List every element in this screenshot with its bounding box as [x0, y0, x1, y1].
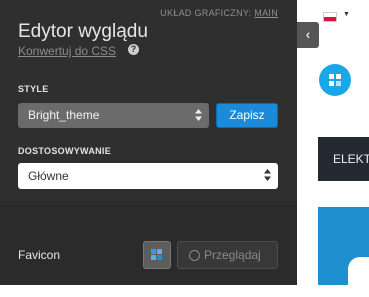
select-arrows-icon	[264, 169, 271, 181]
layout-indicator: UKŁAD GRAFICZNY: MAIN	[160, 8, 278, 18]
customize-select[interactable]: Główne	[18, 163, 278, 189]
favicon-label: Favicon	[18, 248, 61, 262]
favicon-preview	[143, 241, 171, 269]
customize-select-value: Główne	[28, 169, 69, 183]
select-arrows-icon	[195, 109, 202, 121]
customize-section-label: DOSTOSOWYWANIE	[18, 146, 112, 156]
browse-button-label: Przeglądaj	[204, 248, 261, 262]
page-title: Edytor wyglądu	[18, 21, 148, 42]
style-section-label: STYLE	[18, 84, 49, 94]
logo-icon	[329, 74, 341, 86]
favicon-icon	[151, 249, 162, 260]
flag-poland-icon[interactable]	[323, 12, 337, 22]
appearance-editor-panel: UKŁAD GRAFICZNY: MAIN Edytor wyglądu Kon…	[0, 0, 297, 285]
layout-label: UKŁAD GRAFICZNY:	[160, 8, 252, 18]
help-icon[interactable]: ?	[128, 44, 139, 55]
layout-value-link[interactable]: MAIN	[254, 8, 278, 18]
banner-graphic	[348, 257, 369, 297]
theme-select[interactable]: Bright_theme	[18, 103, 209, 128]
save-button[interactable]: Zapisz	[216, 103, 278, 128]
convert-to-css-link[interactable]: Konwertuj do CSS	[18, 44, 116, 58]
chevron-left-icon[interactable]: ‹	[297, 22, 319, 48]
site-logo[interactable]	[319, 64, 351, 96]
theme-select-value: Bright_theme	[28, 108, 100, 122]
browse-button[interactable]: Przeglądaj	[177, 241, 278, 269]
nav-item[interactable]: ELEKT	[333, 152, 369, 166]
upload-icon	[189, 250, 200, 261]
site-nav-bar: ELEKT	[318, 137, 369, 181]
chevron-down-icon[interactable]: ▼	[343, 11, 350, 18]
